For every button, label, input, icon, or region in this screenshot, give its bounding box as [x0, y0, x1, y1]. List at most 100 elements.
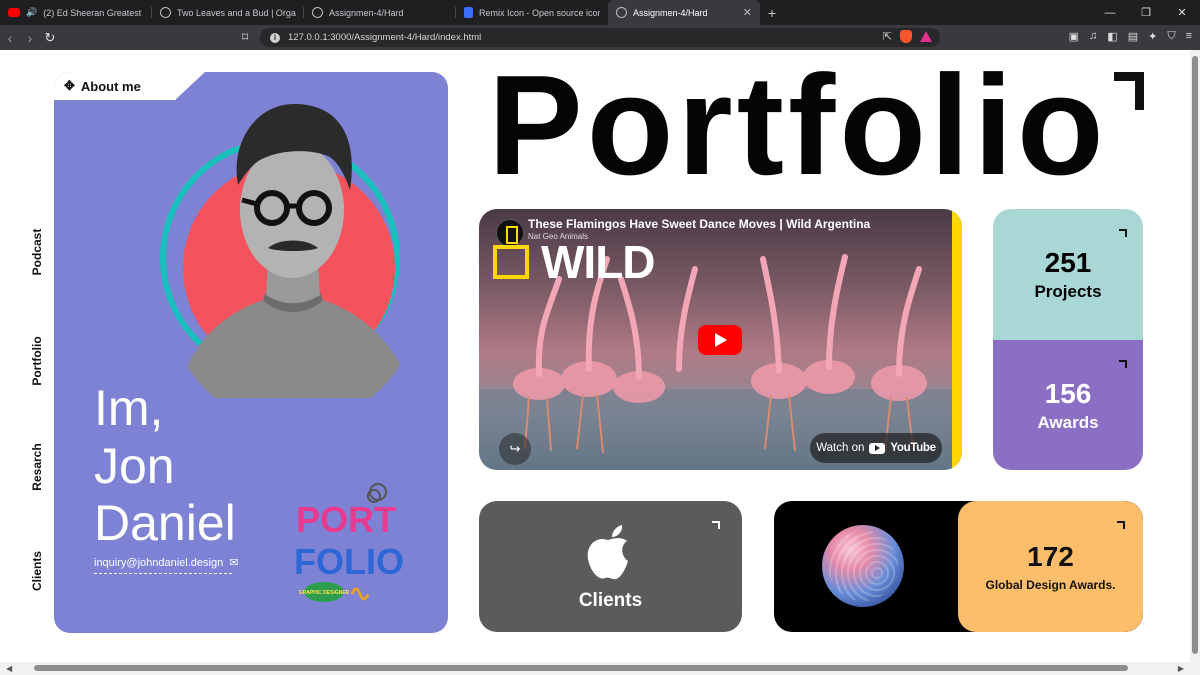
wallet-icon[interactable]: ▤: [1128, 30, 1138, 43]
greeting-line: Jon: [94, 437, 175, 494]
browser-tab[interactable]: Two Leaves and a Bud | Organic Tea: [152, 0, 304, 25]
reader-icon[interactable]: ▣: [1069, 30, 1079, 43]
page-title: Portfolio: [488, 50, 1108, 205]
browser-tab[interactable]: Assignmen-4/Hard: [304, 0, 456, 25]
video-accent-bar: [952, 209, 962, 470]
3d-sphere-graphic: [822, 525, 904, 607]
tab-label: Two Leaves and a Bud | Organic Tea: [177, 7, 296, 18]
sticker-text-top: PORT: [296, 499, 396, 540]
nav-link-portfolio[interactable]: Portfolio: [30, 336, 44, 385]
vpn-icon[interactable]: ⛉: [1167, 30, 1175, 43]
minimize-button[interactable]: —: [1092, 0, 1128, 25]
stats-card: 251 Projects 156 Awards: [993, 209, 1143, 470]
remix-icon: [464, 7, 473, 18]
tab-label: Remix Icon - Open source icon librar: [479, 7, 600, 18]
bookmark-icon[interactable]: ⌑: [242, 30, 248, 44]
page-viewport: Podcast Portfolio Resarch Clients ✥ Abou…: [0, 50, 1190, 662]
forward-button[interactable]: ›: [20, 25, 40, 50]
nav-link-podcast[interactable]: Podcast: [30, 229, 44, 276]
global-awards-count: 172: [1027, 541, 1074, 572]
global-awards-label: Global Design Awards.: [985, 578, 1116, 592]
browser-extensions: ▣ ♫ ◧ ▤ ✦ ⛉ ≡: [1069, 30, 1192, 43]
profile-card: ✥ About me Im, Jon Daniel inquiry@johnda…: [54, 72, 448, 633]
horizontal-scrollbar[interactable]: ◀ ▶: [0, 662, 1200, 675]
window-controls: — ❐ ✕: [1092, 0, 1200, 25]
channel-avatar[interactable]: [496, 219, 524, 247]
clients-card[interactable]: Clients: [479, 501, 742, 632]
browser-tab[interactable]: Remix Icon - Open source icon librar: [456, 0, 608, 25]
corner-arrow-icon: [1117, 521, 1125, 529]
projects-label: Projects: [1034, 282, 1102, 301]
nav-link-clients[interactable]: Clients: [30, 551, 44, 591]
url-text: 127.0.0.1:3000/Assignment-4/Hard/index.h…: [288, 32, 482, 43]
sticker-badge: GRAPHIC DESIGNER: [299, 590, 350, 596]
awards-count: 156: [1044, 378, 1092, 409]
move-icon: ✥: [64, 78, 75, 93]
global-awards-panel: 172 Global Design Awards.: [958, 501, 1143, 632]
natgeo-frame-logo: [493, 245, 529, 279]
play-button[interactable]: [698, 325, 742, 355]
watch-label: Watch on: [816, 442, 865, 454]
projects-stat[interactable]: 251 Projects: [993, 209, 1143, 340]
youtube-logo-icon: [869, 442, 886, 454]
tab-label: (2) Ed Sheeran Greatest Hits Full: [43, 7, 144, 18]
scroll-left-icon[interactable]: ◀: [6, 664, 12, 673]
site-info-icon[interactable]: i: [270, 32, 280, 43]
new-tab-button[interactable]: +: [760, 0, 784, 25]
brave-shield-icon[interactable]: [900, 30, 912, 43]
sticker-text-bottom: FOLIO: [294, 541, 404, 582]
video-title[interactable]: These Flamingos Have Sweet Dance Moves |…: [528, 217, 870, 231]
clients-label: Clients: [578, 590, 643, 611]
browser-tab-bar: 🔊 (2) Ed Sheeran Greatest Hits Full Two …: [0, 0, 1200, 25]
email-link[interactable]: inquiry@johndaniel.design ✉: [94, 556, 238, 574]
share-icon[interactable]: ⇱: [883, 30, 892, 43]
address-bar[interactable]: i 127.0.0.1:3000/Assignment-4/Hard/index…: [260, 28, 940, 47]
mail-icon: ✉: [229, 557, 239, 569]
youtube-icon: [8, 8, 20, 17]
share-video-button[interactable]: ↪: [499, 433, 531, 465]
tab-label: Assignmen-4/Hard: [633, 7, 708, 18]
video-overlay-text: WILD: [541, 236, 656, 288]
watch-on-youtube-button[interactable]: Watch on YouTube: [810, 433, 942, 463]
corner-arrow-icon: [1119, 229, 1127, 237]
audio-icon[interactable]: 🔊: [26, 7, 37, 18]
browser-toolbar: ‹ › ↻ ⌑ i 127.0.0.1:3000/Assignment-4/Ha…: [0, 25, 1200, 50]
greeting: Im, Jon Daniel: [94, 380, 236, 553]
tab-label: Assignmen-4/Hard: [329, 7, 404, 18]
email-text: inquiry@johndaniel.design: [94, 556, 224, 569]
scroll-thumb[interactable]: [34, 665, 1128, 671]
browser-tab-active[interactable]: Assignmen-4/Hard ✕: [608, 0, 760, 25]
scroll-thumb[interactable]: [1192, 56, 1198, 654]
awards-label: Awards: [1037, 413, 1099, 432]
profile-photo: [178, 103, 413, 398]
about-me-label: About me: [80, 78, 141, 94]
youtube-brand: YouTube: [890, 442, 936, 454]
leo-ai-icon[interactable]: ✦: [1148, 30, 1157, 43]
nav-link-research[interactable]: Resarch: [30, 443, 44, 490]
greeting-line: Im,: [94, 380, 164, 436]
globe-icon: [616, 7, 627, 18]
menu-icon[interactable]: ≡: [1186, 30, 1192, 43]
awards-stat[interactable]: 156 Awards: [993, 340, 1143, 470]
portfolio-sticker: PORT FOLIO GRAPHIC DESIGNER: [294, 483, 404, 602]
close-tab-icon[interactable]: ✕: [743, 6, 752, 19]
globe-icon: [312, 7, 323, 18]
brave-rewards-icon[interactable]: [920, 31, 932, 42]
reload-button[interactable]: ↻: [40, 25, 60, 50]
youtube-embed[interactable]: These Flamingos Have Sweet Dance Moves |…: [479, 209, 962, 470]
back-button[interactable]: ‹: [0, 25, 20, 50]
close-window-button[interactable]: ✕: [1164, 0, 1200, 25]
vertical-scrollbar[interactable]: [1190, 50, 1200, 662]
title-corner-accent: [1114, 72, 1144, 110]
projects-count: 251: [1044, 247, 1092, 278]
scroll-right-icon[interactable]: ▶: [1178, 664, 1184, 673]
globe-icon: [160, 7, 171, 18]
about-me-link[interactable]: ✥ About me: [64, 78, 141, 94]
global-awards-card[interactable]: 172 Global Design Awards.: [774, 501, 1143, 632]
corner-arrow-icon: [712, 521, 720, 529]
browser-tab[interactable]: 🔊 (2) Ed Sheeran Greatest Hits Full: [0, 0, 152, 25]
greeting-line: Daniel: [94, 495, 236, 551]
media-icon[interactable]: ♫: [1089, 30, 1097, 43]
maximize-button[interactable]: ❐: [1128, 0, 1164, 25]
sidebar-icon[interactable]: ◧: [1107, 30, 1117, 43]
